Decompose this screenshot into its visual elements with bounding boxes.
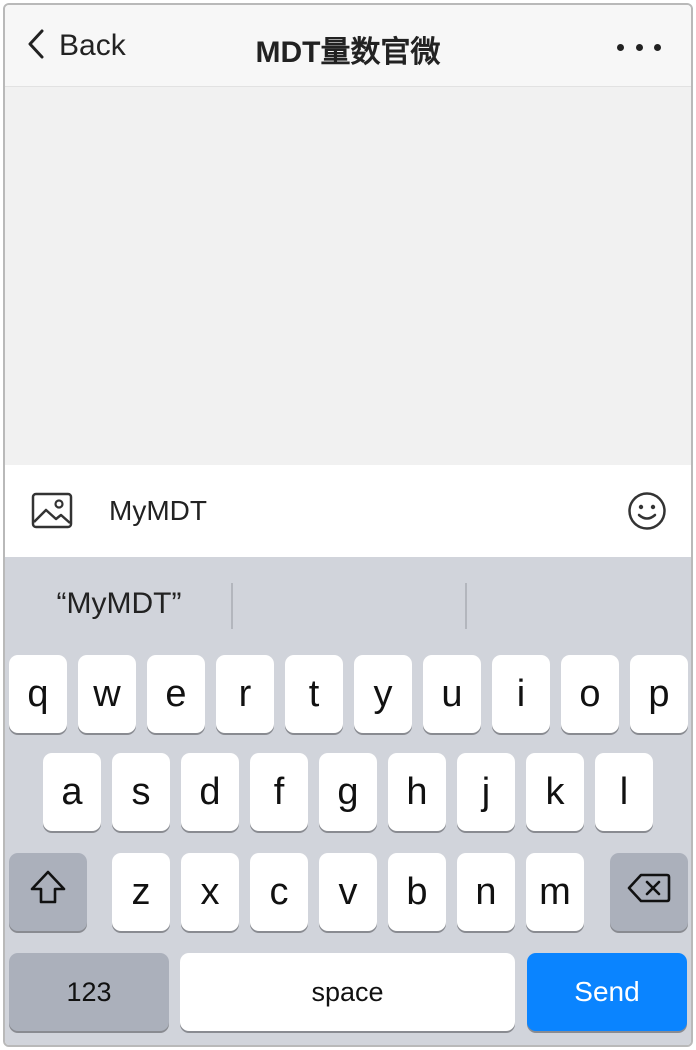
chat-area bbox=[5, 87, 691, 465]
emoji-icon[interactable] bbox=[627, 491, 667, 531]
more-dots-icon[interactable] bbox=[617, 35, 661, 59]
key-v[interactable]: v bbox=[319, 853, 377, 931]
key-r[interactable]: r bbox=[216, 655, 274, 733]
suggestion-item[interactable] bbox=[233, 557, 465, 651]
key-c[interactable]: c bbox=[250, 853, 308, 931]
key-a[interactable]: a bbox=[43, 753, 101, 831]
shift-key[interactable] bbox=[9, 853, 87, 931]
send-button[interactable]: Send bbox=[527, 953, 687, 1031]
numbers-key[interactable]: 123 bbox=[9, 953, 169, 1031]
key-j[interactable]: j bbox=[457, 753, 515, 831]
back-button[interactable]: Back bbox=[27, 23, 126, 69]
key-b[interactable]: b bbox=[388, 853, 446, 931]
phone-screen: Back MDT量数官微 “MyMDT” bbox=[3, 3, 693, 1047]
key-u[interactable]: u bbox=[423, 655, 481, 733]
backspace-icon bbox=[627, 871, 671, 914]
key-z[interactable]: z bbox=[112, 853, 170, 931]
key-w[interactable]: w bbox=[78, 655, 136, 733]
keyboard: “MyMDT” q w e r t y u i o p a s d f g h … bbox=[5, 557, 691, 1045]
key-p[interactable]: p bbox=[630, 655, 688, 733]
key-d[interactable]: d bbox=[181, 753, 239, 831]
suggestion-bar: “MyMDT” bbox=[5, 557, 691, 651]
key-t[interactable]: t bbox=[285, 655, 343, 733]
delete-key[interactable] bbox=[610, 853, 688, 931]
key-x[interactable]: x bbox=[181, 853, 239, 931]
key-q[interactable]: q bbox=[9, 655, 67, 733]
key-g[interactable]: g bbox=[319, 753, 377, 831]
back-label: Back bbox=[59, 29, 126, 62]
key-n[interactable]: n bbox=[457, 853, 515, 931]
space-key[interactable]: space bbox=[180, 953, 515, 1031]
message-input[interactable] bbox=[109, 489, 599, 533]
key-l[interactable]: l bbox=[595, 753, 653, 831]
key-m[interactable]: m bbox=[526, 853, 584, 931]
key-f[interactable]: f bbox=[250, 753, 308, 831]
key-y[interactable]: y bbox=[354, 655, 412, 733]
image-icon[interactable] bbox=[31, 491, 73, 531]
suggestion-item[interactable]: “MyMDT” bbox=[5, 557, 233, 651]
key-e[interactable]: e bbox=[147, 655, 205, 733]
chevron-left-icon bbox=[27, 28, 45, 65]
message-input-bar bbox=[5, 465, 691, 557]
suggestion-item[interactable] bbox=[467, 557, 691, 651]
key-o[interactable]: o bbox=[561, 655, 619, 733]
key-s[interactable]: s bbox=[112, 753, 170, 831]
key-i[interactable]: i bbox=[492, 655, 550, 733]
nav-bar: Back MDT量数官微 bbox=[5, 5, 691, 87]
key-k[interactable]: k bbox=[526, 753, 584, 831]
key-h[interactable]: h bbox=[388, 753, 446, 831]
shift-icon bbox=[29, 869, 67, 915]
